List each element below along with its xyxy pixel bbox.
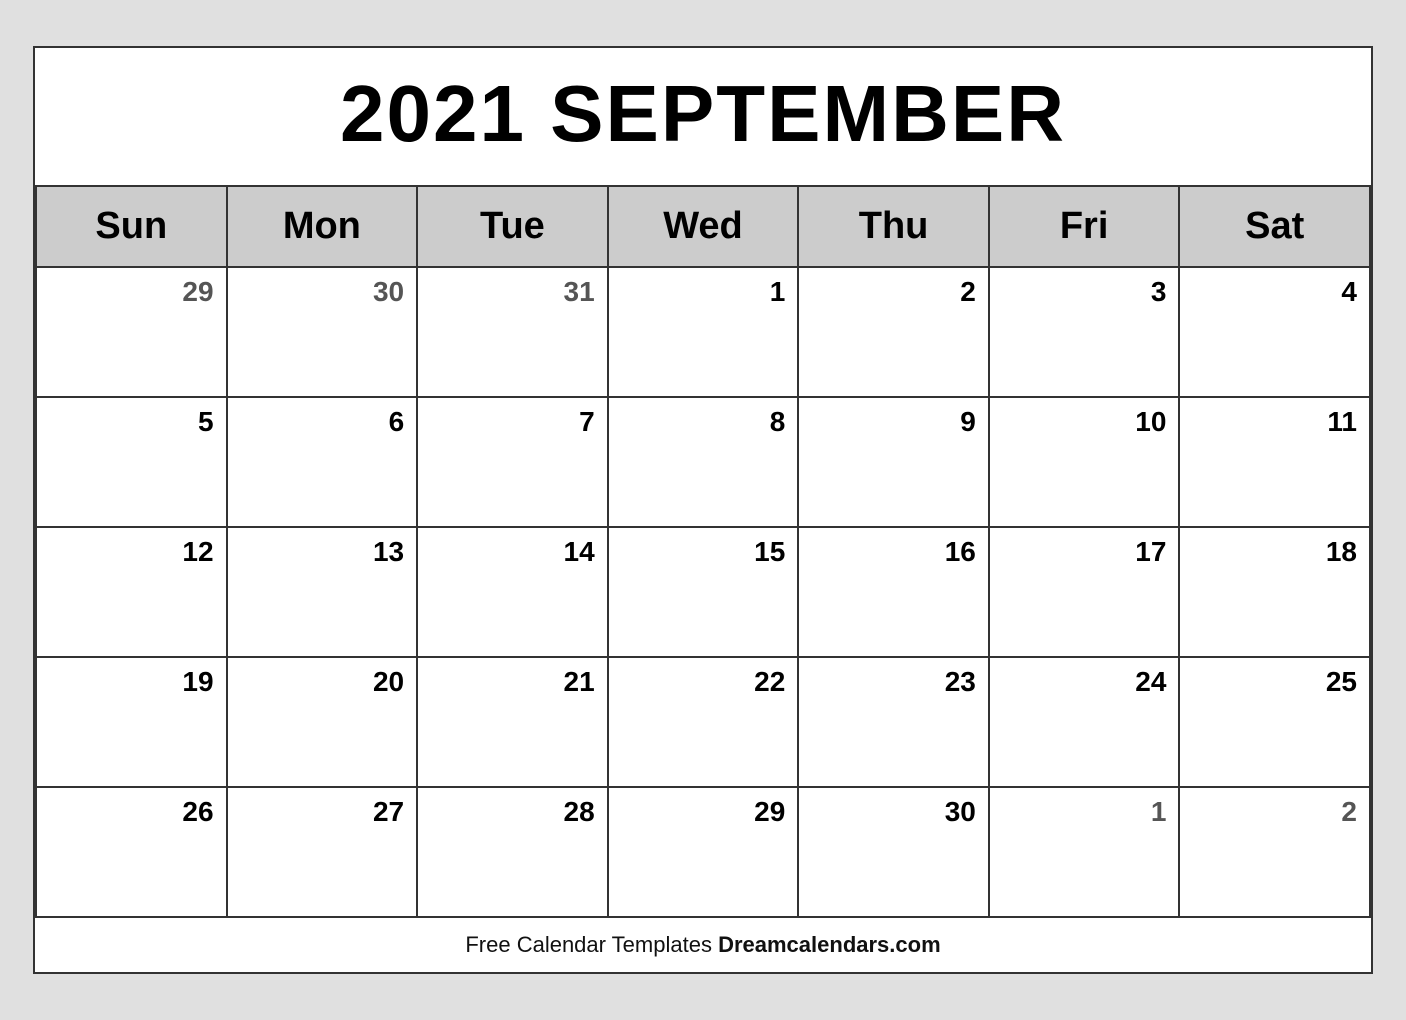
day-number: 30 [373, 276, 404, 308]
day-number: 11 [1327, 406, 1357, 438]
footer-bold-text: Dreamcalendars.com [718, 932, 941, 957]
day-number: 12 [182, 536, 213, 568]
day-cell: 28 [418, 788, 609, 918]
day-header-thu: Thu [799, 187, 990, 268]
day-cell: 15 [609, 528, 800, 658]
day-cell: 8 [609, 398, 800, 528]
day-number: 1 [1151, 796, 1167, 828]
day-cell: 13 [228, 528, 419, 658]
day-number: 2 [960, 276, 976, 308]
day-cell: 30 [228, 268, 419, 398]
day-cell: 20 [228, 658, 419, 788]
day-number: 10 [1135, 406, 1166, 438]
day-cell: 11 [1180, 398, 1371, 528]
day-cell: 9 [799, 398, 990, 528]
footer-normal-text: Free Calendar Templates [465, 932, 718, 957]
day-cell: 16 [799, 528, 990, 658]
day-cell: 19 [37, 658, 228, 788]
day-cell: 7 [418, 398, 609, 528]
day-cell: 25 [1180, 658, 1371, 788]
day-number: 30 [945, 796, 976, 828]
day-header-fri: Fri [990, 187, 1181, 268]
calendar-title: 2021 SEPTEMBER [35, 48, 1371, 187]
day-cell: 24 [990, 658, 1181, 788]
day-number: 23 [945, 666, 976, 698]
day-number: 14 [564, 536, 595, 568]
day-cell: 29 [37, 268, 228, 398]
day-cell: 1 [609, 268, 800, 398]
day-number: 17 [1135, 536, 1166, 568]
day-number: 15 [754, 536, 785, 568]
day-number: 28 [564, 796, 595, 828]
day-number: 27 [373, 796, 404, 828]
day-number: 5 [198, 406, 214, 438]
day-cell: 30 [799, 788, 990, 918]
day-number: 2 [1341, 796, 1357, 828]
day-cell: 2 [799, 268, 990, 398]
day-number: 29 [754, 796, 785, 828]
day-header-tue: Tue [418, 187, 609, 268]
day-number: 7 [579, 406, 595, 438]
day-number: 25 [1326, 666, 1357, 698]
day-cell: 27 [228, 788, 419, 918]
day-number: 1 [770, 276, 786, 308]
day-cell: 23 [799, 658, 990, 788]
day-cell: 12 [37, 528, 228, 658]
day-number: 21 [564, 666, 595, 698]
day-number: 13 [373, 536, 404, 568]
day-number: 20 [373, 666, 404, 698]
day-cell: 29 [609, 788, 800, 918]
day-number: 19 [182, 666, 213, 698]
day-cell: 3 [990, 268, 1181, 398]
day-cell: 14 [418, 528, 609, 658]
day-number: 6 [389, 406, 405, 438]
day-header-sat: Sat [1180, 187, 1371, 268]
day-cell: 2 [1180, 788, 1371, 918]
day-cell: 31 [418, 268, 609, 398]
day-number: 16 [945, 536, 976, 568]
day-cell: 26 [37, 788, 228, 918]
day-cell: 21 [418, 658, 609, 788]
day-number: 3 [1151, 276, 1167, 308]
day-cell: 17 [990, 528, 1181, 658]
day-number: 9 [960, 406, 976, 438]
day-cell: 22 [609, 658, 800, 788]
day-number: 31 [564, 276, 595, 308]
day-number: 18 [1326, 536, 1357, 568]
day-number: 26 [182, 796, 213, 828]
day-header-wed: Wed [609, 187, 800, 268]
day-cell: 18 [1180, 528, 1371, 658]
calendar-grid: SunMonTueWedThuFriSat2930311234567891011… [35, 187, 1371, 918]
day-header-mon: Mon [228, 187, 419, 268]
day-cell: 6 [228, 398, 419, 528]
day-cell: 1 [990, 788, 1181, 918]
day-number: 4 [1341, 276, 1357, 308]
day-cell: 4 [1180, 268, 1371, 398]
day-number: 29 [182, 276, 213, 308]
day-number: 8 [770, 406, 786, 438]
day-cell: 5 [37, 398, 228, 528]
day-cell: 10 [990, 398, 1181, 528]
day-header-sun: Sun [37, 187, 228, 268]
day-number: 22 [754, 666, 785, 698]
day-number: 24 [1135, 666, 1166, 698]
calendar-footer: Free Calendar Templates Dreamcalendars.c… [35, 918, 1371, 972]
calendar-container: 2021 SEPTEMBER SunMonTueWedThuFriSat2930… [33, 46, 1373, 974]
